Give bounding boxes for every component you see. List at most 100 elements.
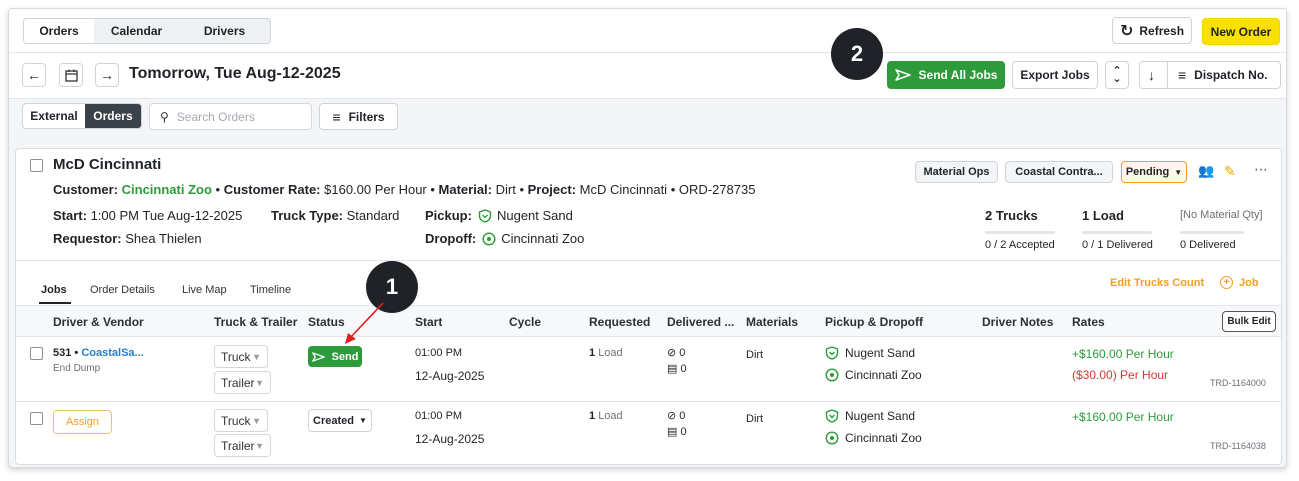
sort-dispatch-button[interactable]: ↓ ≡ Dispatch No. <box>1139 61 1281 89</box>
row2-trd: TRD-1164038 <box>1210 441 1266 451</box>
row2-trailer-value: Trailer <box>221 438 255 453</box>
edit-trucks-count-link[interactable]: Edit Trucks Count <box>1110 277 1204 289</box>
row2-requested-unit: Load <box>598 410 623 422</box>
refresh-icon: ↻ <box>1119 22 1134 40</box>
start-label: Start: <box>53 208 87 223</box>
truck-type-value: Standard <box>346 208 400 223</box>
add-job-link[interactable]: + Job <box>1220 276 1259 289</box>
row2-pickup-value: Nugent Sand <box>845 409 916 423</box>
order-checkbox[interactable] <box>30 159 43 172</box>
row1-check-circle-icon: ⊘ <box>667 347 677 359</box>
subtab-jobs-underline <box>39 302 71 304</box>
row1-delivered-b: ▤ 0 <box>667 362 687 375</box>
start-line: Start: 1:00 PM Tue Aug-12-2025 <box>53 208 242 223</box>
row2-requested: 1 Load <box>589 410 623 422</box>
row1-truck-select[interactable]: Truck ▼ <box>214 345 268 368</box>
row1-delivered-b-value: 0 <box>680 363 687 375</box>
row1-trd: TRD-1164000 <box>1210 378 1266 388</box>
requestor-value: Shea Thielen <box>125 231 202 246</box>
export-jobs-button[interactable]: Export Jobs <box>1012 61 1098 89</box>
send-all-jobs-button[interactable]: Send All Jobs <box>887 61 1005 89</box>
row1-send-button[interactable]: Send <box>308 346 362 367</box>
tab-orders[interactable]: Orders <box>24 19 94 43</box>
row2-trailer-select[interactable]: Trailer ▼ <box>214 434 271 457</box>
card-divider <box>16 260 1281 261</box>
search-field[interactable]: ⚲ Search Orders <box>149 103 312 130</box>
row1-requested-unit: Load <box>598 347 623 359</box>
date-title: Tomorrow, Tue Aug-12-2025 <box>129 65 341 82</box>
row2-status-dropdown[interactable]: Created ▼ <box>308 409 372 432</box>
pickup-line: Pickup: Nugent Sand <box>425 208 573 223</box>
row2-pickup-shield-icon <box>825 409 839 423</box>
dropoff-label: Dropoff: <box>425 231 477 246</box>
row2-assign-button[interactable]: Assign <box>53 410 112 434</box>
collapse-button[interactable]: ⌃ ⌄ <box>1105 61 1129 89</box>
more-icon[interactable]: ⋯ <box>1254 161 1268 178</box>
row2-pickup: Nugent Sand <box>825 409 915 423</box>
row1-pickup-value: Nugent Sand <box>845 346 916 360</box>
filters-button[interactable]: ≡ Filters <box>319 103 398 130</box>
search-icon: ⚲ <box>160 109 169 124</box>
row1-trailer-caret-icon: ▼ <box>255 377 264 388</box>
row1-vendor-link[interactable]: CoastalSa... <box>81 347 143 359</box>
view-tabs: Orders Calendar Drivers <box>23 18 271 44</box>
export-jobs-label: Export Jobs <box>1020 68 1090 82</box>
prev-day-button[interactable]: ← <box>22 63 46 87</box>
truck-type-label: Truck Type: <box>271 208 344 223</box>
rate-value: $160.00 Per Hour <box>324 182 427 197</box>
row1-ticket-icon: ▤ <box>667 363 678 375</box>
row1-requested-num: 1 <box>589 347 596 359</box>
row1-send-icon <box>311 351 325 362</box>
row1-material: Dirt <box>746 349 764 361</box>
new-order-label: New Order <box>1210 24 1272 39</box>
divider-line <box>1167 61 1168 89</box>
subtab-live-map[interactable]: Live Map <box>182 284 227 296</box>
row1-dropoff-value: Cincinnati Zoo <box>845 368 922 382</box>
trucks-progress <box>985 231 1055 234</box>
status-dropdown[interactable]: Pending ▼ <box>1121 161 1187 183</box>
arrow-left-icon: ← <box>27 67 41 83</box>
chip-material-ops[interactable]: Material Ops <box>915 161 998 183</box>
row1-driver-sub: End Dump <box>53 363 101 374</box>
row2-delivered-b: ▤ 0 <box>667 425 687 438</box>
seg-external[interactable]: External <box>23 104 85 128</box>
status-value: Pending <box>1125 166 1170 178</box>
col-rates: Rates <box>1072 315 1105 329</box>
chip-coastal[interactable]: Coastal Contra... <box>1005 161 1113 183</box>
new-order-button[interactable]: New Order <box>1202 18 1280 45</box>
col-materials: Materials <box>746 315 799 329</box>
edit-pencil-icon[interactable]: ✎ <box>1224 163 1236 180</box>
load-sub: 0 / 1 Delivered <box>1082 239 1153 251</box>
refresh-button[interactable]: ↻ Refresh <box>1112 17 1192 44</box>
tab-calendar[interactable]: Calendar <box>94 19 179 43</box>
material-qty-progress <box>1180 231 1244 234</box>
row1-trailer-select[interactable]: Trailer ▼ <box>214 371 271 394</box>
search-input[interactable]: Search Orders <box>177 110 255 124</box>
row1-trailer-value: Trailer <box>221 375 255 390</box>
row1-pickup: Nugent Sand <box>825 346 915 360</box>
subtab-order-details[interactable]: Order Details <box>90 284 155 296</box>
next-day-button[interactable]: → <box>95 63 119 87</box>
row1-checkbox[interactable] <box>30 347 43 360</box>
row2-truck-select[interactable]: Truck ▼ <box>214 409 268 432</box>
people-icon[interactable]: 👥 <box>1198 163 1214 179</box>
dispatch-no-label: Dispatch No. <box>1194 68 1268 82</box>
project-label: Project: <box>527 182 577 197</box>
customer-value[interactable]: Cincinnati Zoo <box>122 182 212 197</box>
row2-checkbox[interactable] <box>30 412 43 425</box>
bulk-edit-button[interactable]: Bulk Edit <box>1222 311 1276 332</box>
order-id: ORD-278735 <box>678 182 756 197</box>
tab-drivers[interactable]: Drivers <box>179 19 270 43</box>
material-qty-title: [No Material Qty] <box>1180 209 1263 221</box>
row2-truck-value: Truck <box>221 413 251 428</box>
row1-dropoff: Cincinnati Zoo <box>825 368 922 382</box>
filter-icon: ≡ <box>332 108 341 125</box>
add-job-label: Job <box>1239 276 1259 289</box>
row2-status-value: Created <box>313 414 355 427</box>
subtab-jobs[interactable]: Jobs <box>41 284 67 296</box>
seg-orders[interactable]: Orders <box>84 104 141 128</box>
row1-truck-caret-icon: ▼ <box>252 351 261 362</box>
row1-pickup-shield-icon <box>825 346 839 360</box>
calendar-button[interactable] <box>59 63 83 87</box>
subtab-timeline[interactable]: Timeline <box>250 284 291 296</box>
